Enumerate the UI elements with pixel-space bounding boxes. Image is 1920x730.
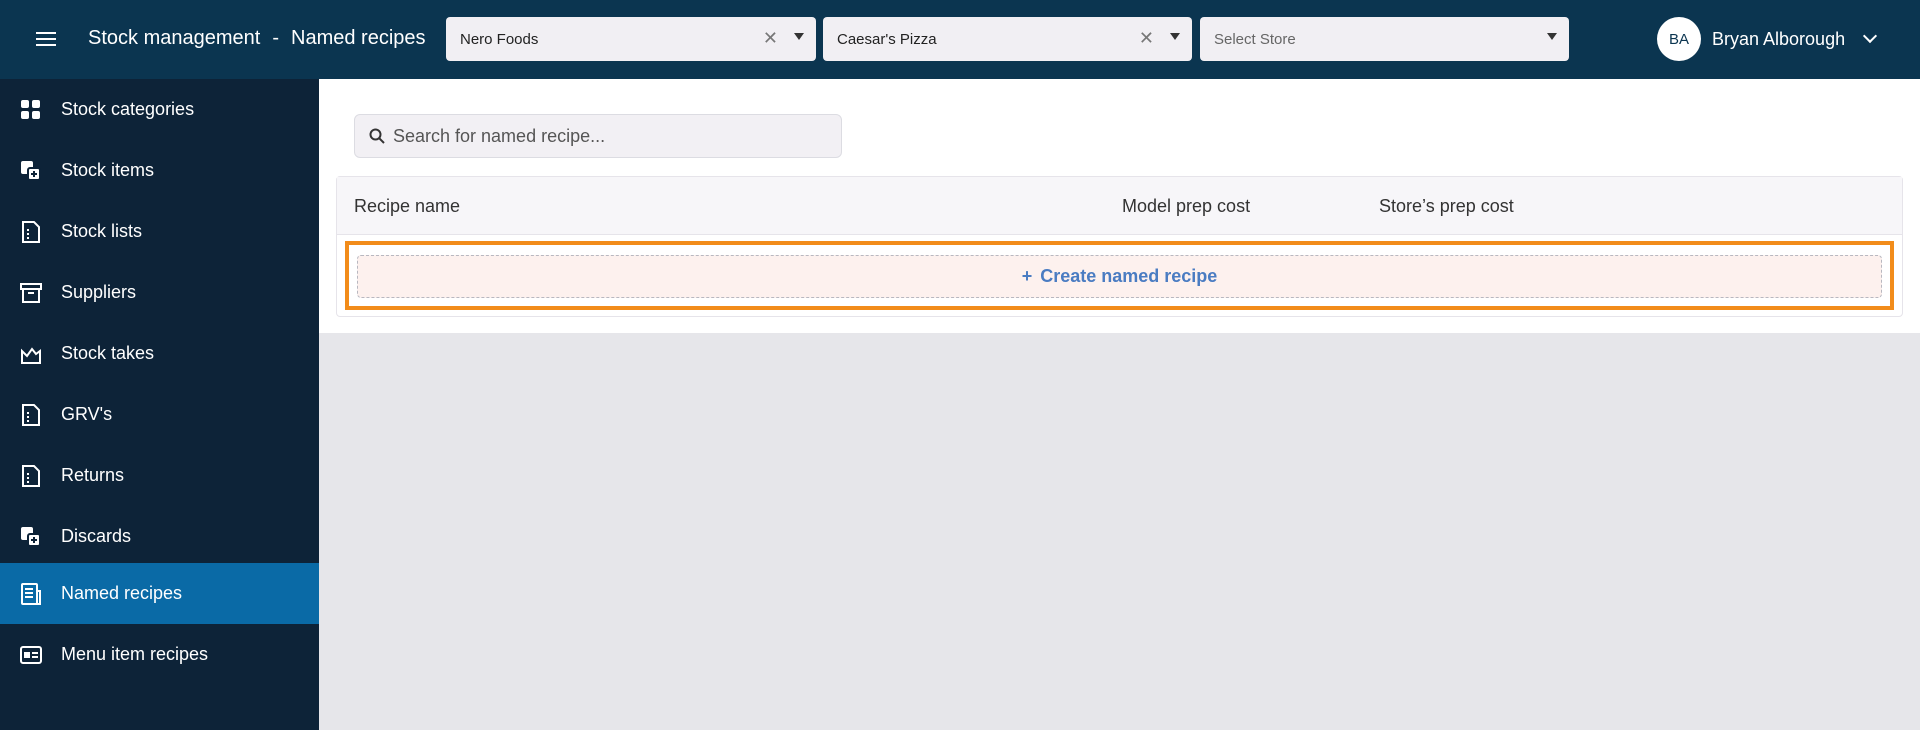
sidebar-item-label: Stock lists	[61, 221, 143, 241]
sidebar-item-label: Stock items	[61, 160, 155, 180]
user-menu[interactable]: BA Bryan Alborough	[1657, 17, 1878, 61]
sidebar-item-returns[interactable]: Returns	[0, 445, 319, 506]
column-header-recipe-name[interactable]: Recipe name	[354, 196, 460, 217]
grid-icon	[21, 100, 40, 119]
archive-box-icon	[20, 283, 42, 303]
clear-icon[interactable]: ✕	[763, 28, 778, 49]
sidebar-item-stock-categories[interactable]: Stock categories	[0, 79, 319, 140]
document-icon	[22, 221, 40, 243]
sidebar-item-label: Discards	[61, 526, 132, 546]
create-button-label: Create named recipe	[1040, 266, 1218, 286]
main-panel: Recipe name Model prep cost Store’s prep…	[319, 79, 1920, 333]
table-header: Recipe name Model prep cost Store’s prep…	[337, 177, 1902, 235]
sidebar-item-discards[interactable]: Discards	[0, 506, 319, 567]
top-bar: Stock management - Named recipes Nero Food…	[0, 0, 1920, 79]
sidebar-item-label: Stock categories	[61, 99, 195, 119]
sidebar-item-label: Suppliers	[61, 282, 137, 302]
sidebar-item-label: Menu item recipes	[61, 644, 209, 664]
dropdown-caret-icon[interactable]	[1547, 33, 1557, 40]
chevron-down-icon	[1863, 28, 1878, 44]
sidebar-item-label: Stock takes	[61, 343, 155, 363]
recipes-table: Recipe name Model prep cost Store’s prep…	[336, 176, 1903, 317]
sidebar-item-stock-items[interactable]: Stock items	[0, 140, 319, 201]
sidebar-item-named-recipes[interactable]: Named recipes	[0, 563, 319, 624]
sidebar-item-label: Named recipes	[61, 583, 183, 603]
column-header-store-prep-cost[interactable]: Store’s prep cost	[1379, 196, 1514, 217]
create-named-recipe-button[interactable]: + Create named recipe	[357, 255, 1882, 298]
dropdown-caret-icon[interactable]	[1170, 33, 1180, 40]
search-icon	[369, 128, 385, 144]
title-separator: -	[272, 27, 279, 49]
sidebar-item-grvs[interactable]: GRV's	[0, 384, 319, 445]
document-icon	[22, 465, 40, 487]
avatar: BA	[1657, 17, 1701, 61]
sidebar-item-label: GRV's	[61, 404, 113, 424]
section-title: Stock management	[88, 27, 261, 49]
hamburger-menu-icon[interactable]	[36, 28, 58, 50]
recipe-icon	[21, 583, 41, 605]
document-icon	[22, 404, 40, 426]
store-select-placeholder: Select Store	[1214, 30, 1296, 48]
page-title: Stock management - Named recipes	[88, 27, 426, 50]
sidebar-item-menu-item-recipes[interactable]: Menu item recipes	[0, 624, 319, 685]
dropdown-caret-icon[interactable]	[794, 33, 804, 40]
page-name: Named recipes	[291, 27, 426, 49]
search-box	[354, 114, 842, 158]
user-name: Bryan Alborough	[1712, 28, 1846, 49]
sidebar-item-label: Returns	[61, 465, 125, 485]
brand-select[interactable]: Caesar's Pizza ✕	[823, 17, 1192, 61]
sidebar-item-stock-takes[interactable]: Stock takes	[0, 323, 319, 384]
sidebar-item-suppliers[interactable]: Suppliers	[0, 262, 319, 323]
stock-items-icon	[21, 527, 41, 547]
search-input[interactable]	[393, 115, 833, 157]
stock-items-icon	[21, 161, 41, 181]
sidebar-item-stock-lists[interactable]: Stock lists	[0, 201, 319, 262]
company-select[interactable]: Nero Foods ✕	[446, 17, 816, 61]
column-header-model-prep-cost[interactable]: Model prep cost	[1122, 196, 1250, 217]
chart-area-icon	[21, 347, 41, 364]
sidebar: Stock categories Stock items Stock lists…	[0, 79, 319, 730]
card-icon	[20, 646, 42, 664]
create-button-highlight: + Create named recipe	[345, 241, 1894, 310]
plus-icon: +	[1021, 266, 1033, 286]
store-select[interactable]: Select Store	[1200, 17, 1569, 61]
clear-icon[interactable]: ✕	[1139, 28, 1154, 49]
